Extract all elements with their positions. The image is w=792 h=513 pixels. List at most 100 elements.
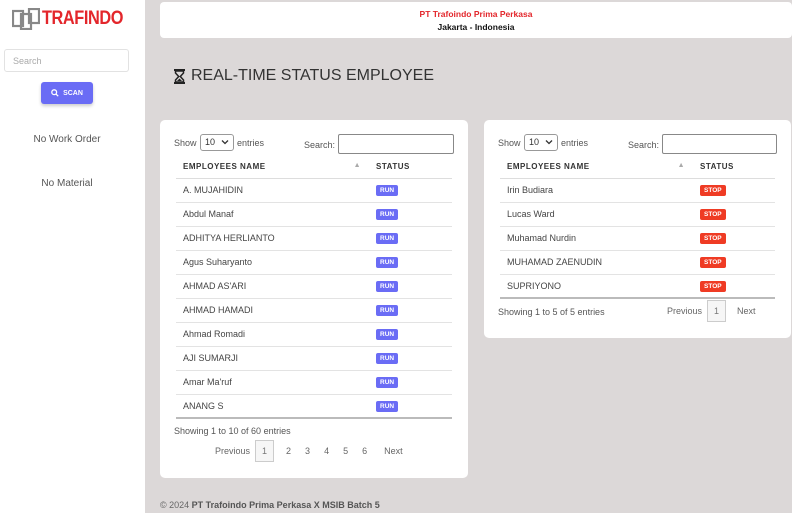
search-input[interactable]: [4, 49, 129, 72]
table-row: Muhamad Nurdin STOP: [500, 226, 775, 251]
col-header-status[interactable]: STATUS: [369, 156, 452, 179]
table-search-label: Search:: [628, 140, 660, 150]
status-badge: RUN: [376, 257, 399, 268]
pagination-next[interactable]: Next: [384, 446, 403, 456]
employee-name: AHMAD HAMADI: [176, 298, 369, 323]
status-badge: RUN: [376, 353, 399, 364]
chevron-down-icon: [545, 140, 553, 145]
table-row: ANANG S RUN: [176, 394, 452, 419]
status-badge: RUN: [376, 305, 399, 316]
employee-name: MUHAMAD ZAENUDIN: [500, 250, 693, 275]
table-row: SUPRIYONO STOP: [500, 274, 775, 299]
show-label: Show: [174, 138, 197, 148]
status-badge: STOP: [700, 185, 726, 196]
company-location: Jakarta - Indonesia: [437, 22, 515, 32]
employee-name: Ahmad Romadi: [176, 322, 369, 347]
table-row: ADHITYA HERLIANTO RUN: [176, 226, 452, 251]
col-header-name[interactable]: EMPLOYEES NAME ▲: [176, 156, 369, 179]
table-row: AHMAD AS'ARI RUN: [176, 274, 452, 299]
table-row: Ahmad Romadi RUN: [176, 322, 452, 347]
employee-name: AJI SUMARJI: [176, 346, 369, 371]
table-row: Abdul Manaf RUN: [176, 202, 452, 227]
sort-icon: ▲: [353, 162, 361, 169]
pagination-page[interactable]: 3: [305, 446, 310, 456]
page-title: REAL-TIME STATUS EMPLOYEE: [174, 67, 434, 85]
table-search-input[interactable]: [662, 134, 777, 154]
col-header-status[interactable]: STATUS: [693, 156, 775, 179]
entries-select[interactable]: 10: [200, 134, 234, 151]
table-row: Irin Budiara STOP: [500, 178, 775, 203]
employee-name: ANANG S: [176, 394, 369, 419]
status-badge: RUN: [376, 233, 399, 244]
table-info: Showing 1 to 5 of 5 entries: [498, 307, 605, 317]
table-search-label: Search:: [304, 140, 336, 150]
pagination-previous[interactable]: Previous: [667, 306, 702, 316]
col-header-name[interactable]: EMPLOYEES NAME ▲: [500, 156, 693, 179]
employee-name: Amar Ma'ruf: [176, 370, 369, 395]
entries-select[interactable]: 10: [524, 134, 558, 151]
footer-text: PT Trafoindo Prima Perkasa X MSIB Batch …: [191, 500, 380, 510]
table-row: MUHAMAD ZAENUDIN STOP: [500, 250, 775, 275]
trafindo-logo-icon: [11, 7, 41, 31]
footer-copyright: © 2024: [160, 500, 190, 510]
stopped-employees-table: EMPLOYEES NAME ▲ STATUS Irin Budiara STOP …: [500, 156, 775, 299]
scan-button[interactable]: SCAN: [41, 82, 93, 104]
employee-name: Abdul Manaf: [176, 202, 369, 227]
sidebar: TRAFINDO SCAN No Work Order No Material: [0, 0, 145, 513]
footer: © 2024 PT Trafoindo Prima Perkasa X MSIB…: [160, 500, 380, 510]
header-card: PT Trafoindo Prima Perkasa Jakarta - Ind…: [160, 2, 792, 38]
pagination-page[interactable]: 5: [343, 446, 348, 456]
pagination-previous[interactable]: Previous: [215, 446, 250, 456]
status-badge: RUN: [376, 329, 399, 340]
pagination-page[interactable]: 4: [324, 446, 329, 456]
pagination-page-active[interactable]: 1: [255, 440, 275, 462]
status-badge: STOP: [700, 280, 726, 292]
show-label: Show: [498, 138, 521, 148]
pagination: Previous 1 Next: [667, 300, 756, 322]
table-row: AHMAD HAMADI RUN: [176, 298, 452, 323]
running-employees-table: EMPLOYEES NAME ▲ STATUS A. MUJAHIDIN RUN A…: [176, 156, 452, 419]
logo: TRAFINDO: [11, 7, 136, 31]
status-badge: RUN: [376, 209, 399, 220]
status-badge: RUN: [376, 377, 399, 388]
employee-name: Muhamad Nurdin: [500, 226, 693, 251]
table-row: Amar Ma'ruf RUN: [176, 370, 452, 395]
employee-name: AHMAD AS'ARI: [176, 274, 369, 299]
employee-name: Irin Budiara: [500, 178, 693, 203]
table-search-input[interactable]: [338, 134, 454, 154]
table-controls: Show 10 entries Search:: [498, 134, 777, 156]
chevron-down-icon: [221, 140, 229, 145]
table-controls: Show 10 entries Search:: [174, 134, 454, 156]
search-icon: [51, 89, 59, 97]
material-status: No Material: [41, 178, 93, 189]
employee-name: ADHITYA HERLIANTO: [176, 226, 369, 251]
status-badge: RUN: [376, 185, 399, 196]
scan-button-label: SCAN: [63, 89, 83, 97]
stopped-employees-card: Show 10 entries Search: EMPLOYEES NAME ▲ …: [484, 120, 791, 338]
work-order-status: No Work Order: [33, 134, 101, 145]
pagination: Previous 1 2 3 4 5 6 Next: [215, 440, 403, 462]
entries-label: entries: [237, 138, 265, 148]
table-header-row: EMPLOYEES NAME ▲ STATUS: [500, 156, 775, 179]
status-badge: STOP: [700, 233, 726, 244]
employee-name: Agus Suharyanto: [176, 250, 369, 275]
employee-name: Lucas Ward: [500, 202, 693, 227]
company-name: PT Trafoindo Prima Perkasa: [419, 9, 533, 19]
pagination-page[interactable]: 2: [286, 446, 291, 456]
status-badge: RUN: [376, 400, 399, 412]
status-badge: RUN: [376, 281, 399, 292]
table-row: AJI SUMARJI RUN: [176, 346, 452, 371]
sort-icon: ▲: [677, 162, 685, 169]
table-row: Agus Suharyanto RUN: [176, 250, 452, 275]
employee-name: SUPRIYONO: [500, 274, 693, 299]
pagination-next[interactable]: Next: [737, 306, 756, 316]
status-badge: STOP: [700, 209, 726, 220]
entries-select-value: 10: [529, 137, 540, 147]
table-header-row: EMPLOYEES NAME ▲ STATUS: [176, 156, 452, 179]
logo-text: TRAFINDO: [42, 8, 123, 29]
entries-label: entries: [561, 138, 589, 148]
pagination-page[interactable]: 6: [362, 446, 367, 456]
pagination-page-active[interactable]: 1: [707, 300, 727, 322]
hourglass-icon: [174, 68, 185, 84]
table-row: A. MUJAHIDIN RUN: [176, 178, 452, 203]
